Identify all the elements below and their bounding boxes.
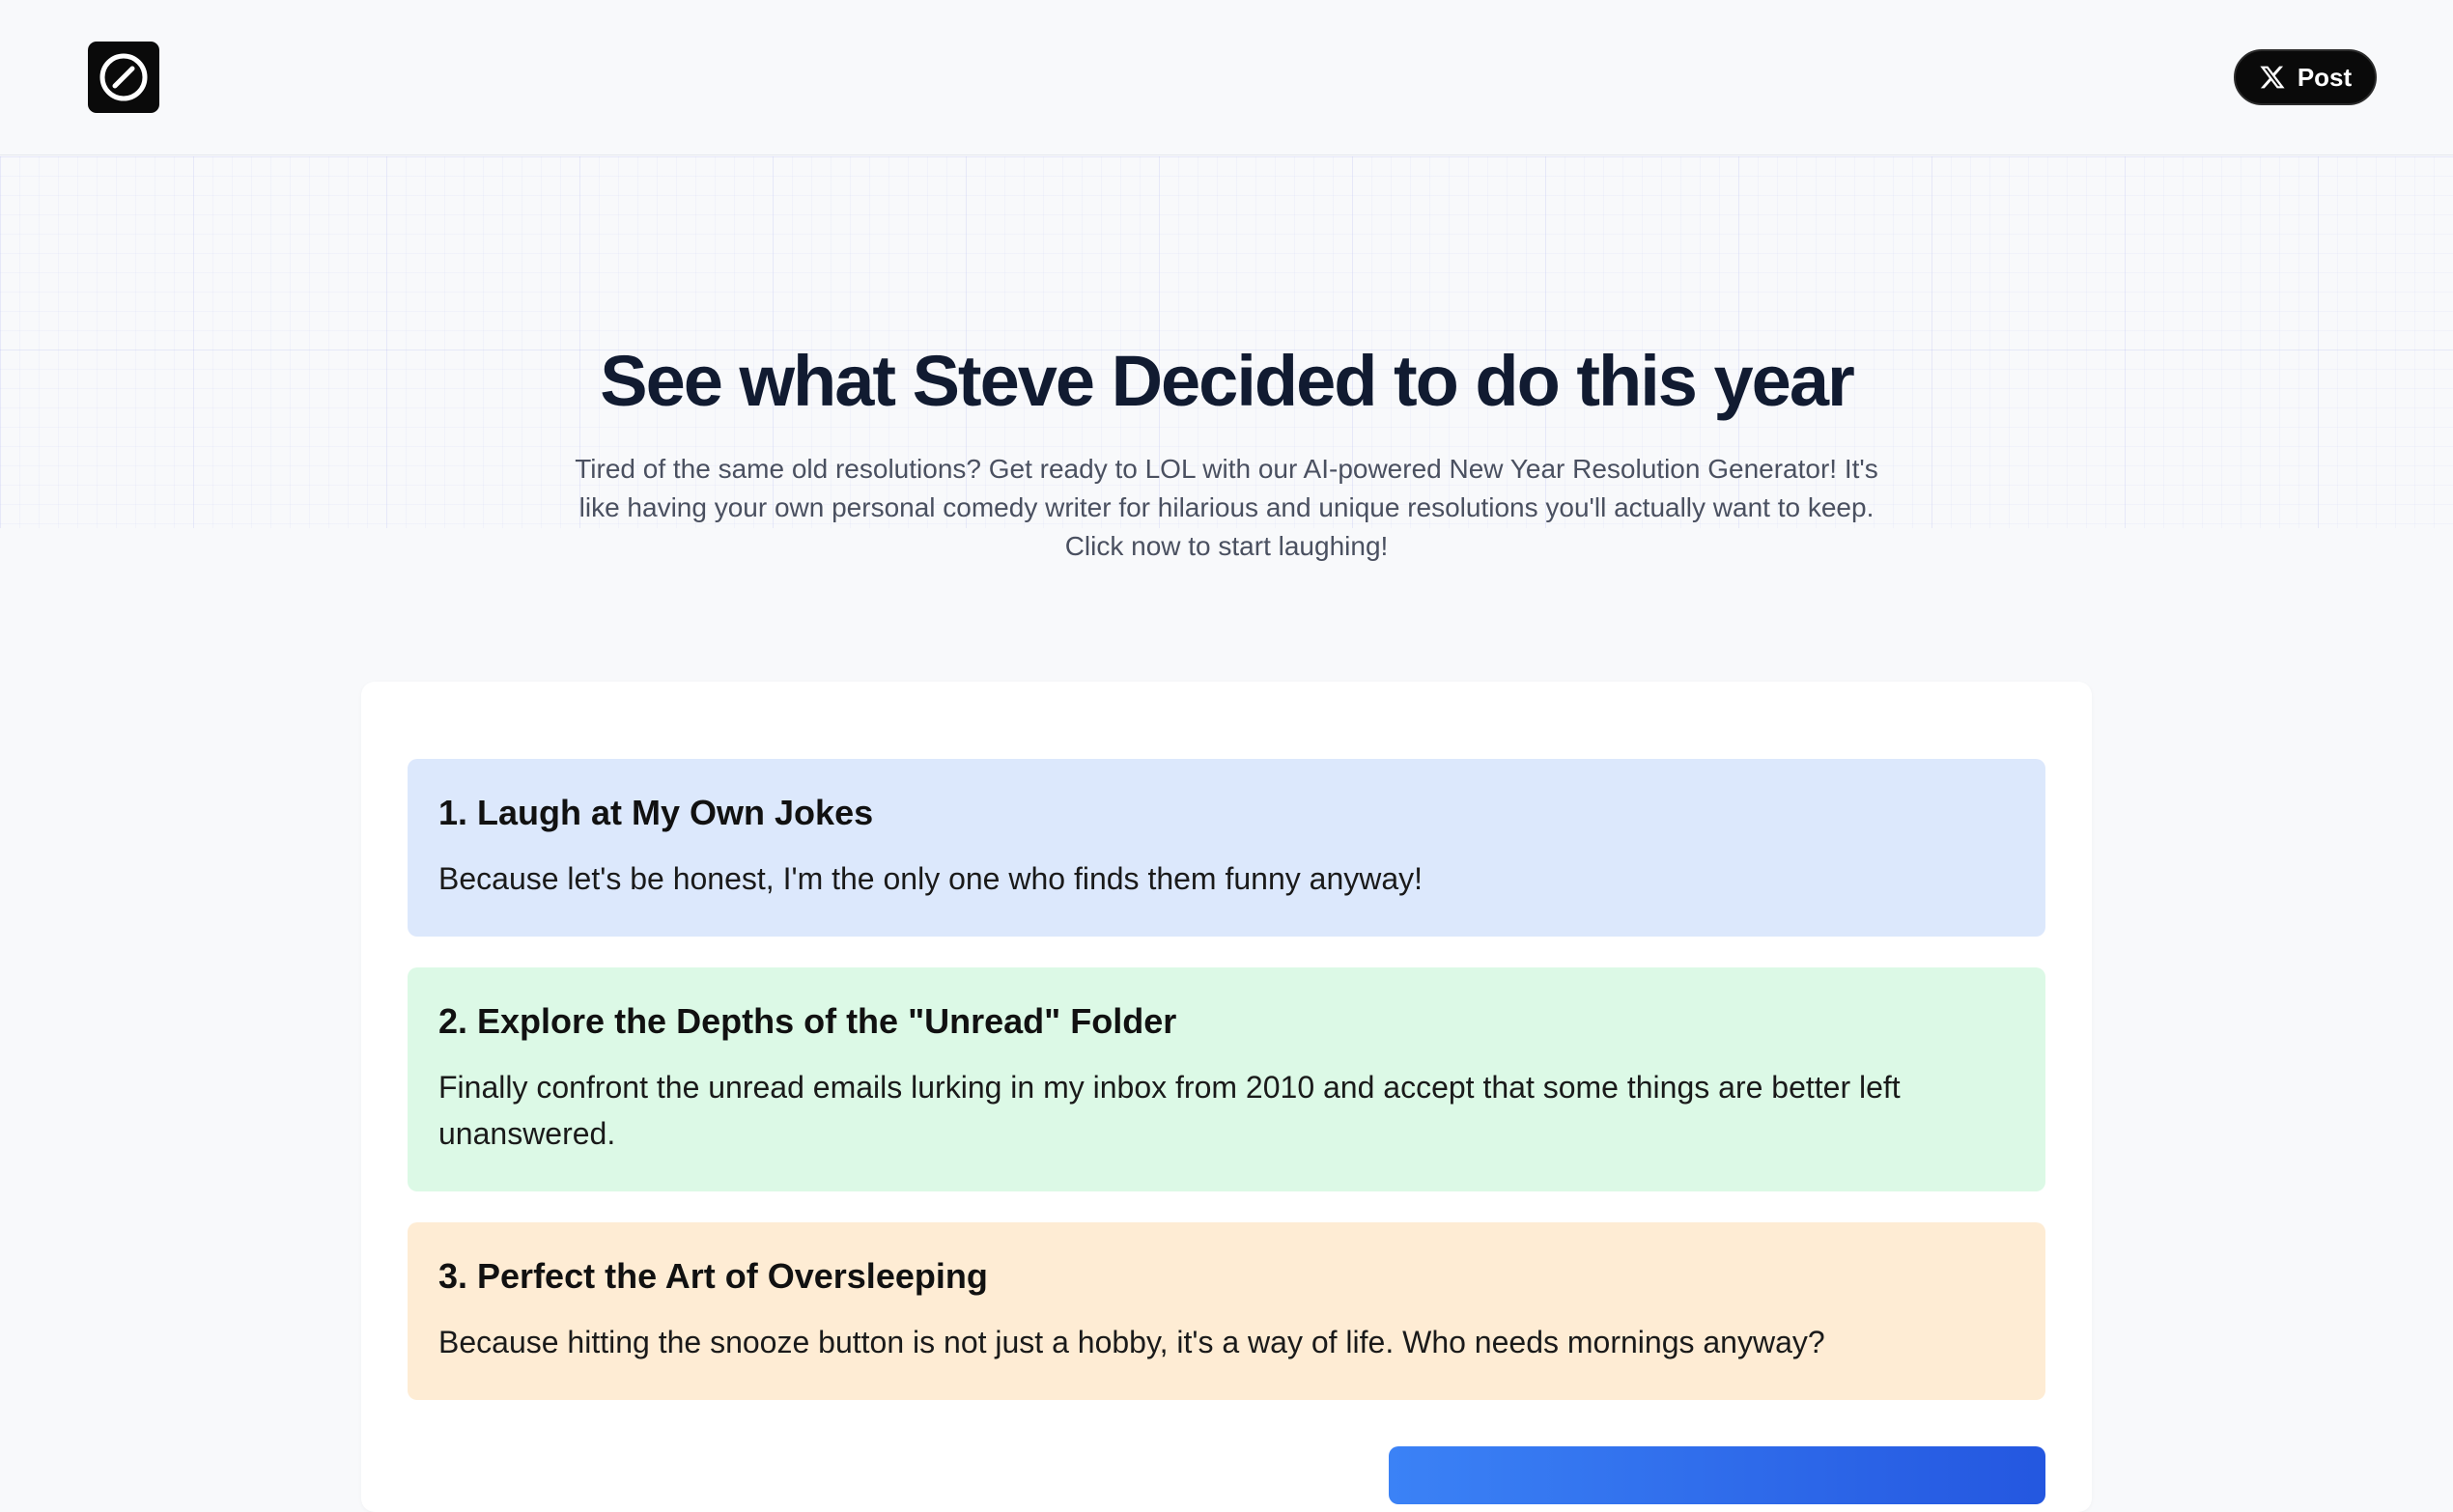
resolution-title: 2. Explore the Depths of the "Unread" Fo… [438,1001,1177,1041]
post-button-label: Post [2297,62,2353,92]
post-button[interactable]: Post [2234,49,2377,105]
resolution-description: Because let's be honest, I'm the only on… [438,861,1424,896]
logo-button[interactable] [88,42,159,113]
resolution-item: 2. Explore the Depths of the "Unread" Fo… [408,967,2045,1191]
resolution-item: 1. Laugh at My Own Jokes Because let's b… [408,759,2045,937]
resolution-description: Finally confront the unread emails lurki… [438,1070,1901,1151]
x-logo-icon [2260,66,2285,89]
resolution-title: 3. Perfect the Art of Oversleeping [438,1256,988,1296]
resolution-item: 3. Perfect the Art of Oversleeping Becau… [408,1222,2045,1400]
page-subtitle: Tired of the same old resolutions? Get r… [575,454,1878,561]
resolution-title: 1. Laugh at My Own Jokes [438,793,874,832]
page-title: See what Steve Decided to do this year [600,341,1855,421]
primary-action-button[interactable] [1389,1446,2045,1504]
resolution-description: Because hitting the snooze button is not… [438,1325,1825,1359]
site-header: Post [0,0,2453,155]
slash-circle-icon [99,53,148,101]
